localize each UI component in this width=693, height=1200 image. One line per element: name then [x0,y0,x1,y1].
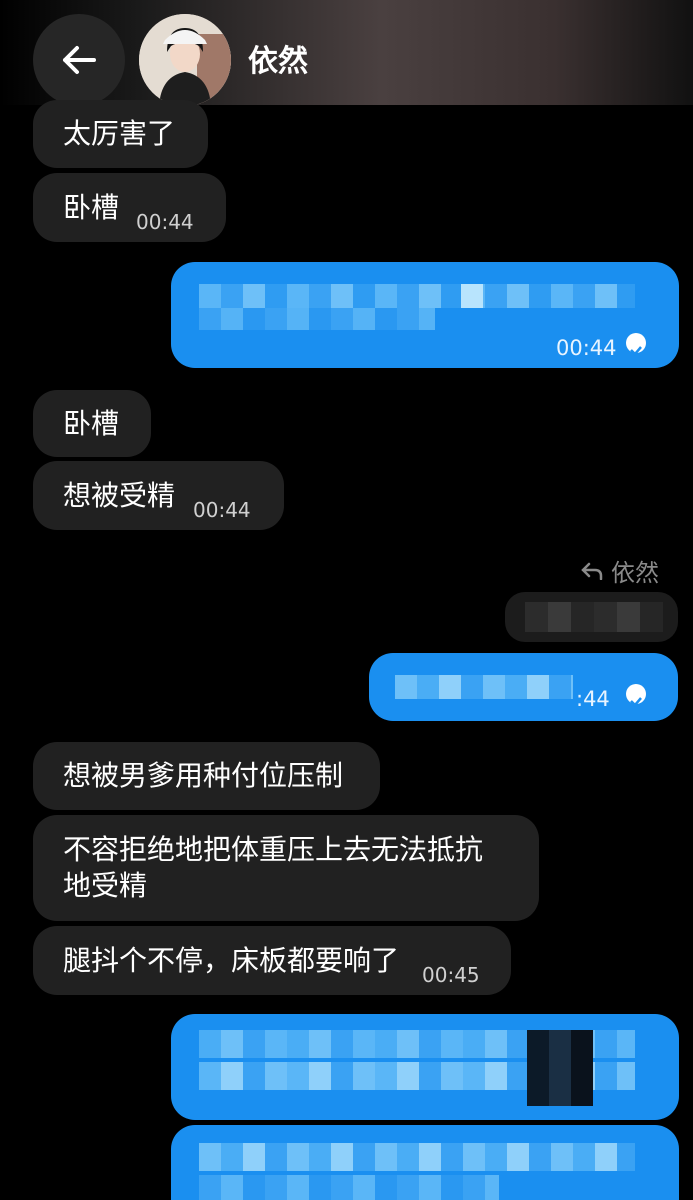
incoming-message[interactable]: 太厉害了 [33,100,208,168]
quoted-message[interactable] [505,592,678,642]
contact-name: 依然 [248,44,308,79]
pixelated-text [395,675,573,699]
message-text: 卧槽 [63,407,120,440]
pixelated-text [461,284,483,308]
incoming-message[interactable]: 想被受精 00:44 [33,461,284,530]
arrow-left-icon [63,46,96,74]
outgoing-message[interactable]: :44 [369,653,678,721]
pixelated-text [525,602,663,632]
incoming-message[interactable]: 卧槽 [33,390,151,457]
outgoing-message[interactable] [171,1014,679,1120]
reply-indicator: 依然 [581,553,659,588]
message-time: 00:45 [422,963,480,987]
pixelated-text [527,1030,593,1106]
message-text: 太厉害了 [63,117,176,150]
incoming-message[interactable]: 不容拒绝地把体重压上去无法抵抗地受精 [33,815,539,921]
message-text: 想被男爹用种付位压制 [63,759,344,792]
message-text: 想被受精 [63,479,176,512]
pixelated-text [199,1143,635,1171]
incoming-message[interactable]: 卧槽 00:44 [33,173,226,242]
reply-to-name: 依然 [611,559,659,587]
message-time: :44 [576,687,610,711]
pixelated-text [199,308,435,330]
message-time: 00:44 [136,210,194,234]
pixelated-text [199,1175,499,1200]
message-time: 00:44 [193,498,251,522]
message-text: 腿抖个不停，床板都要响了 [63,944,400,977]
reply-arrow-icon [581,562,603,580]
message-text: 不容拒绝地把体重压上去无法抵抗地受精 [63,833,484,902]
incoming-message[interactable]: 想被男爹用种付位压制 [33,742,380,810]
outgoing-message[interactable] [171,1125,679,1200]
message-text: 卧槽 [63,191,120,224]
back-button[interactable] [33,14,125,106]
pixelated-text [199,284,635,308]
check-circle-icon [626,333,646,356]
check-circle-icon [626,684,646,707]
incoming-message[interactable]: 腿抖个不停，床板都要响了 00:45 [33,926,511,995]
message-time: 00:44 [556,336,617,360]
outgoing-message[interactable]: 00:44 [171,262,679,368]
avatar[interactable] [139,14,231,106]
